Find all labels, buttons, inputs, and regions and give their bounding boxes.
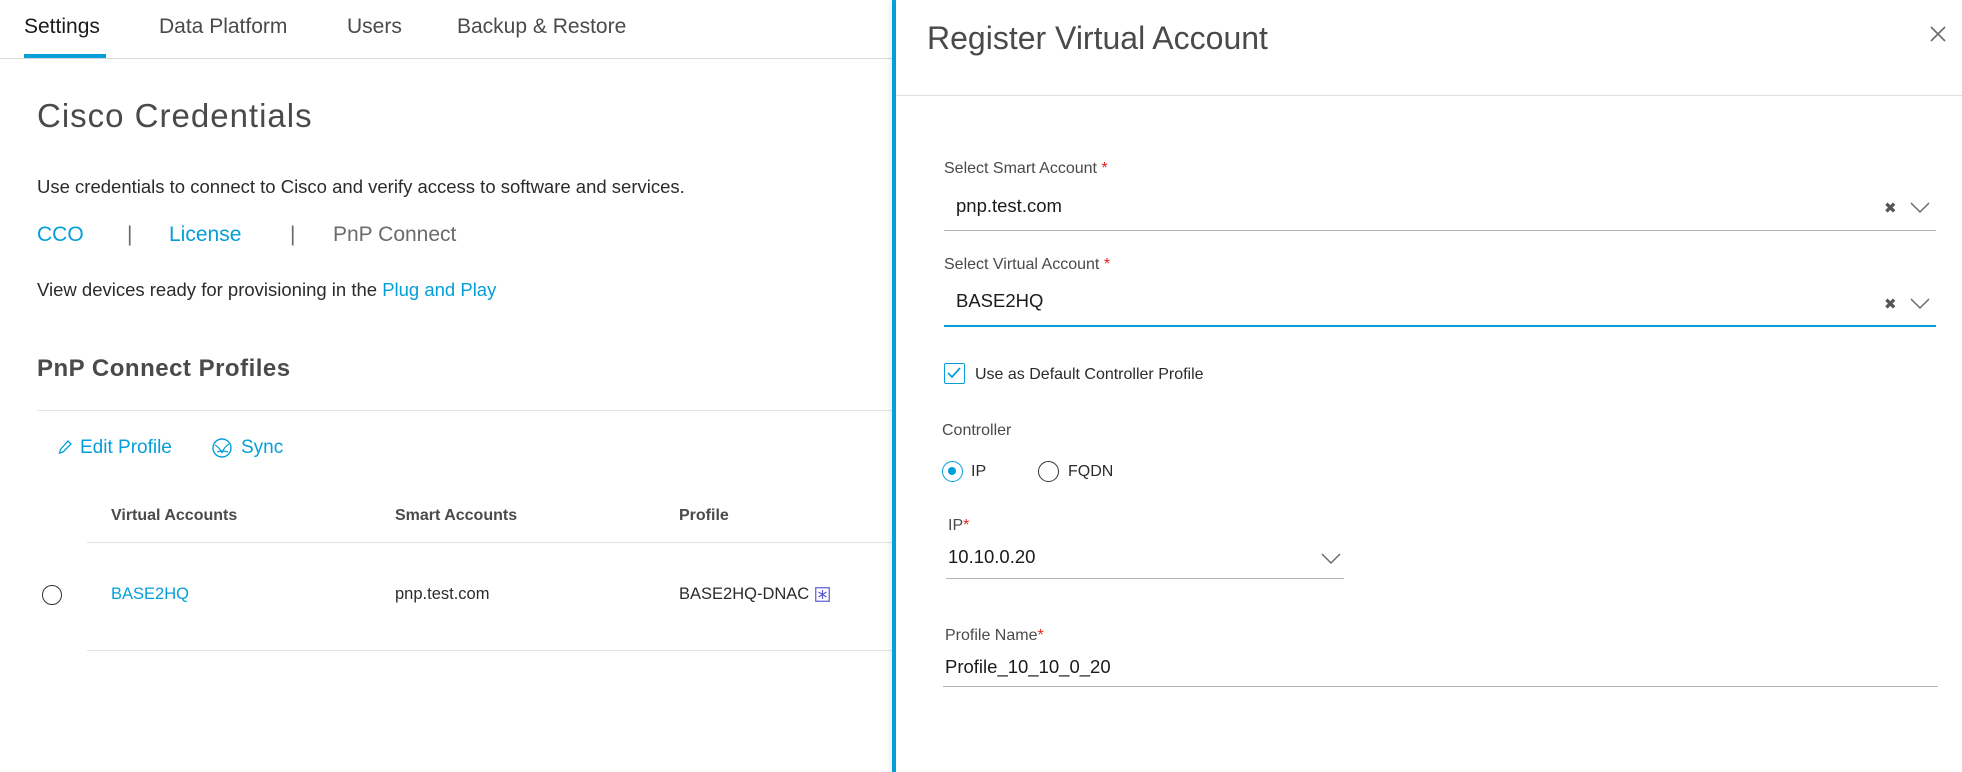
close-icon[interactable] [1926,22,1950,46]
tab-settings[interactable]: Settings [24,15,100,39]
default-profile-checkbox[interactable] [944,363,965,384]
asterisk-box-icon[interactable] [815,587,831,602]
controller-label: Controller [942,422,1012,439]
virtual-account-select-value[interactable]: BASE2HQ [956,290,1043,312]
profile-name-label: Profile Name* [945,627,1044,645]
drawer-header-divider [896,95,1962,96]
link-separator: | [127,223,133,246]
cco-link[interactable]: CCO [37,223,84,247]
column-header-virtual-accounts[interactable]: Virtual Accounts [111,507,237,525]
controller-fqdn-radio[interactable] [1038,461,1059,482]
register-virtual-account-drawer: Register Virtual Account Select Smart Ac… [892,0,1962,772]
settings-page: Settings Data Platform Users Backup & Re… [0,0,892,772]
row-select-radio[interactable] [42,585,62,605]
view-devices-text: View devices ready for provisioning in t… [37,279,496,301]
profiles-section-title: PnP Connect Profiles [37,355,291,382]
required-mark: * [963,517,970,534]
required-mark: * [1101,160,1108,177]
link-separator: | [290,223,296,246]
profile-name-input-value[interactable]: Profile_10_10_0_20 [945,656,1111,678]
clear-virtual-account-icon[interactable]: ✖ [1884,295,1897,313]
virtual-account-link[interactable]: BASE2HQ [111,585,189,604]
table-row-divider [87,650,892,651]
virtual-account-label: Select Virtual Account * [944,256,1110,274]
checkmark-icon [947,367,961,379]
profile-name-label-text: Profile Name [945,627,1038,644]
pnp-connect-link[interactable]: PnP Connect [333,223,456,247]
column-header-smart-accounts[interactable]: Smart Accounts [395,507,517,525]
profile-name-input[interactable] [943,686,1938,687]
profile-value: BASE2HQ-DNAC [679,585,810,603]
sync-button[interactable]: Sync [211,437,283,459]
smart-account-cell: pnp.test.com [395,585,490,603]
sync-globe-icon [212,438,232,458]
active-tab-indicator [24,54,106,58]
smart-account-label: Select Smart Account * [944,160,1108,178]
table-header-divider [87,542,892,543]
virtual-account-label-text: Select Virtual Account [944,256,1100,273]
chevron-down-icon[interactable] [1321,553,1341,565]
edit-profile-button[interactable]: Edit Profile [58,437,172,459]
ip-label-text: IP [948,517,964,534]
controller-fqdn-label: FQDN [1068,463,1114,480]
column-header-profile[interactable]: Profile [679,507,729,525]
view-devices-label: View devices ready for provisioning in t… [37,279,383,300]
license-link[interactable]: License [169,223,241,247]
edit-profile-label: Edit Profile [80,437,172,458]
plug-and-play-link[interactable]: Plug and Play [382,279,496,300]
ip-label: IP* [948,517,969,535]
profile-cell: BASE2HQ-DNAC [679,585,831,604]
required-mark: * [1103,256,1111,273]
divider [37,410,892,411]
drawer-title: Register Virtual Account [927,20,1268,56]
controller-ip-label: IP [971,463,987,480]
pencil-icon [58,440,72,454]
page-description: Use credentials to connect to Cisco and … [37,176,685,197]
tab-backup-restore[interactable]: Backup & Restore [457,15,626,39]
smart-account-select-value[interactable]: pnp.test.com [956,195,1062,217]
smart-account-label-text: Select Smart Account [944,160,1097,177]
default-profile-label: Use as Default Controller Profile [975,366,1204,383]
required-mark: * [1037,627,1044,644]
tab-users[interactable]: Users [347,15,402,39]
sync-label: Sync [241,437,284,458]
tab-data-platform[interactable]: Data Platform [159,15,287,39]
controller-ip-radio[interactable] [942,461,963,482]
virtual-account-select[interactable] [944,325,1936,327]
ip-select-value[interactable]: 10.10.0.20 [948,546,1035,568]
chevron-down-icon[interactable] [1910,202,1930,214]
ip-select[interactable] [946,578,1344,579]
page-title: Cisco Credentials [37,97,313,134]
tab-bar: Settings Data Platform Users Backup & Re… [0,0,892,59]
smart-account-select[interactable] [944,230,1936,231]
chevron-down-icon[interactable] [1910,298,1930,310]
clear-smart-account-icon[interactable]: ✖ [1884,199,1897,217]
